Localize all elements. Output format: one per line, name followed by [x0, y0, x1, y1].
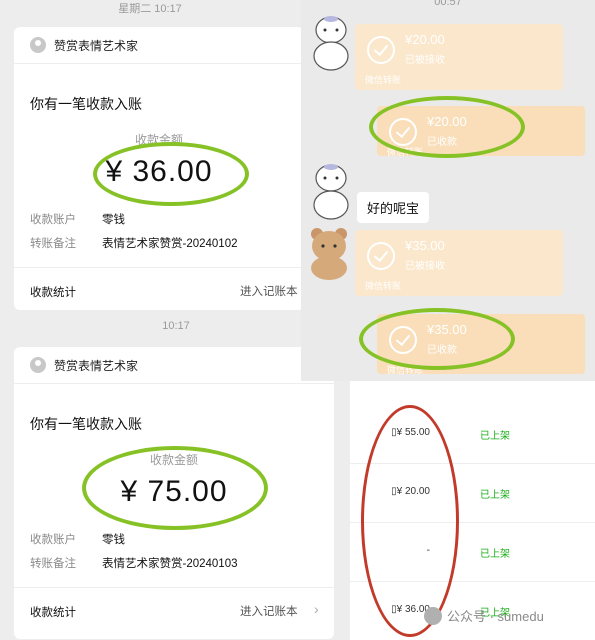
ledger-link[interactable]: 进入记账本 — [240, 603, 298, 619]
divider — [14, 267, 304, 268]
card-header: 赞赏表情艺术家 — [14, 347, 334, 384]
account-value: 零钱 — [102, 214, 125, 226]
sender-avatar-icon — [30, 357, 46, 373]
status-badge: 已上架 — [480, 490, 510, 501]
chat-panel: 00:57 ¥20.00 已被接收 微信转账 ¥20.00 已收款 微信转账 好… — [301, 0, 595, 381]
sender-avatar-icon — [30, 37, 46, 53]
status-badge: 已上架 — [480, 549, 510, 560]
card-title: 你有一笔收款入账 — [30, 416, 142, 432]
sticker-bear-white-icon — [313, 16, 349, 71]
sticker-bear-brown-icon — [311, 228, 347, 280]
chat-timestamp: 00:57 — [434, 0, 462, 8]
note-value: 表情艺术家赞赏-20240102 — [102, 238, 238, 250]
divider — [14, 587, 334, 588]
card-header: 赞赏表情艺术家 — [14, 27, 304, 64]
note-label: 转账备注 — [30, 238, 76, 250]
check-circle-icon — [367, 242, 395, 270]
card-title: 你有一笔收款入账 — [30, 96, 142, 112]
transfer-bubble-sent-35[interactable]: ¥35.00 已被接收 微信转账 — [355, 230, 563, 296]
account-label: 收款账户 — [30, 534, 76, 546]
sticker-bear-white-icon — [313, 164, 349, 220]
watermark: 公众号 · sumedu — [424, 606, 544, 625]
highlight-oval-chat-35 — [359, 308, 515, 370]
account-value: 零钱 — [102, 534, 125, 546]
timestamp-1: 星期二 10:17 — [118, 3, 182, 15]
note-value: 表情艺术家赞赏-20240103 — [102, 558, 238, 570]
transfer-bubble-sent-20[interactable]: ¥20.00 已被接收 微信转账 — [355, 24, 563, 90]
text-message[interactable]: 好的呢宝 — [357, 192, 430, 223]
note-label: 转账备注 — [30, 558, 76, 570]
check-circle-icon — [367, 36, 395, 64]
highlight-oval-chat-20 — [369, 96, 525, 158]
sender-name: 赞赏表情艺术家 — [54, 358, 139, 373]
account-label: 收款账户 — [30, 214, 76, 226]
timestamp-2: 10:17 — [162, 320, 190, 332]
stats-link[interactable]: 收款统计 — [30, 284, 76, 300]
listing-header — [350, 381, 595, 406]
highlight-oval-prices — [361, 405, 459, 637]
highlight-oval-36 — [93, 142, 249, 206]
chevron-right-icon[interactable]: › — [314, 601, 319, 617]
stats-link[interactable]: 收款统计 — [30, 604, 76, 620]
status-badge: 已上架 — [480, 431, 510, 442]
ledger-link[interactable]: 进入记账本 — [240, 283, 298, 299]
wechat-logo-icon — [424, 606, 442, 625]
sender-name: 赞赏表情艺术家 — [54, 38, 139, 53]
highlight-oval-75 — [82, 446, 268, 530]
